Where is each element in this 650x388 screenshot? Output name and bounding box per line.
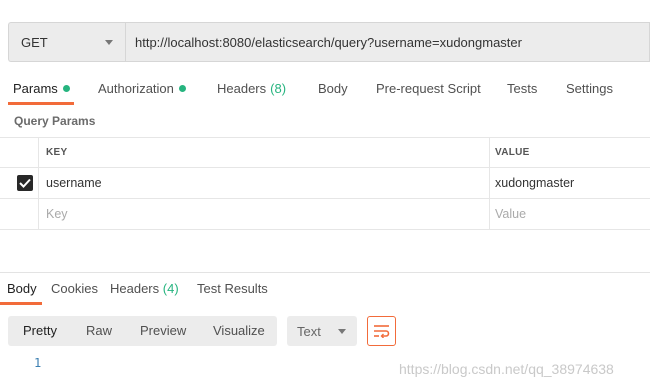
- request-tabs: Params Authorization Headers (8) Body Pre…: [0, 76, 650, 106]
- param-value-input[interactable]: xudongmaster: [495, 168, 645, 198]
- column-divider: [38, 199, 39, 229]
- column-divider: [38, 138, 39, 167]
- new-value-input[interactable]: Value: [495, 199, 645, 229]
- tab-pre-request-script-label: Pre-request Script: [376, 81, 481, 96]
- response-tab-headers-count: (4): [162, 281, 179, 296]
- tab-body[interactable]: Body: [318, 76, 348, 106]
- active-tab-underline: [8, 102, 74, 105]
- checkmark-icon: [19, 178, 31, 188]
- tab-params-label: Params: [13, 81, 58, 96]
- tab-tests-label: Tests: [507, 81, 538, 96]
- view-preview-button[interactable]: Preview: [140, 316, 186, 346]
- row-enabled-checkbox[interactable]: [17, 175, 33, 191]
- status-dot-icon: [178, 85, 186, 93]
- status-dot-icon: [62, 85, 70, 93]
- query-params-title: Query Params: [14, 114, 96, 128]
- chevron-down-icon: [338, 329, 346, 334]
- line-number: 1: [34, 356, 42, 370]
- query-params-table: KEY VALUE username xudongmaster Key Valu…: [0, 137, 650, 230]
- key-column-header: KEY: [46, 138, 67, 167]
- value-header-label: VALUE: [495, 147, 530, 158]
- tab-headers[interactable]: Headers (8): [217, 76, 286, 106]
- tab-authorization[interactable]: Authorization: [98, 76, 186, 106]
- key-header-label: KEY: [46, 147, 68, 158]
- column-divider: [489, 138, 490, 167]
- response-tab-test-results[interactable]: Test Results: [197, 278, 268, 300]
- table-row: username xudongmaster: [0, 168, 650, 199]
- chevron-down-icon: [105, 39, 113, 45]
- view-visualize-button[interactable]: Visualize: [213, 316, 265, 346]
- request-bar: GET http://localhost:8080/elasticsearch/…: [8, 22, 650, 62]
- format-select[interactable]: Text: [287, 316, 357, 346]
- new-key-input[interactable]: Key: [46, 199, 486, 229]
- table-header-row: KEY VALUE: [0, 137, 650, 168]
- column-divider: [38, 168, 39, 198]
- param-key-input[interactable]: username: [46, 168, 486, 198]
- method-select[interactable]: GET: [8, 22, 125, 62]
- tab-headers-label: Headers: [217, 81, 267, 96]
- tab-headers-count: (8): [270, 81, 287, 96]
- tab-body-label: Body: [318, 81, 348, 96]
- wrap-lines-icon: [374, 325, 390, 338]
- table-row-new: Key Value: [0, 199, 650, 230]
- tab-authorization-label: Authorization: [98, 81, 174, 96]
- value-column-header: VALUE: [495, 138, 530, 167]
- method-label: GET: [21, 34, 48, 50]
- response-tab-body[interactable]: Body: [7, 278, 37, 300]
- column-divider: [489, 168, 490, 198]
- view-pretty-button[interactable]: Pretty: [23, 316, 57, 346]
- format-label: Text: [297, 323, 321, 339]
- tab-pre-request-script[interactable]: Pre-request Script: [376, 76, 481, 106]
- watermark-text: https://blog.csdn.net/qq_38974638: [399, 361, 614, 377]
- tab-settings-label: Settings: [566, 81, 613, 96]
- response-tab-headers[interactable]: Headers (4): [110, 278, 179, 300]
- response-tabs: Body Cookies Headers (4) Test Results: [0, 278, 650, 306]
- tab-tests[interactable]: Tests: [507, 76, 537, 106]
- wrap-lines-button[interactable]: [367, 316, 396, 346]
- view-mode-group: Pretty Raw Preview Visualize: [8, 316, 277, 346]
- view-raw-button[interactable]: Raw: [86, 316, 112, 346]
- response-tab-headers-label: Headers: [110, 281, 160, 296]
- column-divider: [489, 199, 490, 229]
- pane-divider[interactable]: [0, 272, 650, 273]
- tab-settings[interactable]: Settings: [566, 76, 613, 106]
- url-input[interactable]: http://localhost:8080/elasticsearch/quer…: [125, 22, 650, 62]
- response-tab-cookies[interactable]: Cookies: [51, 278, 98, 300]
- active-tab-underline: [0, 302, 42, 305]
